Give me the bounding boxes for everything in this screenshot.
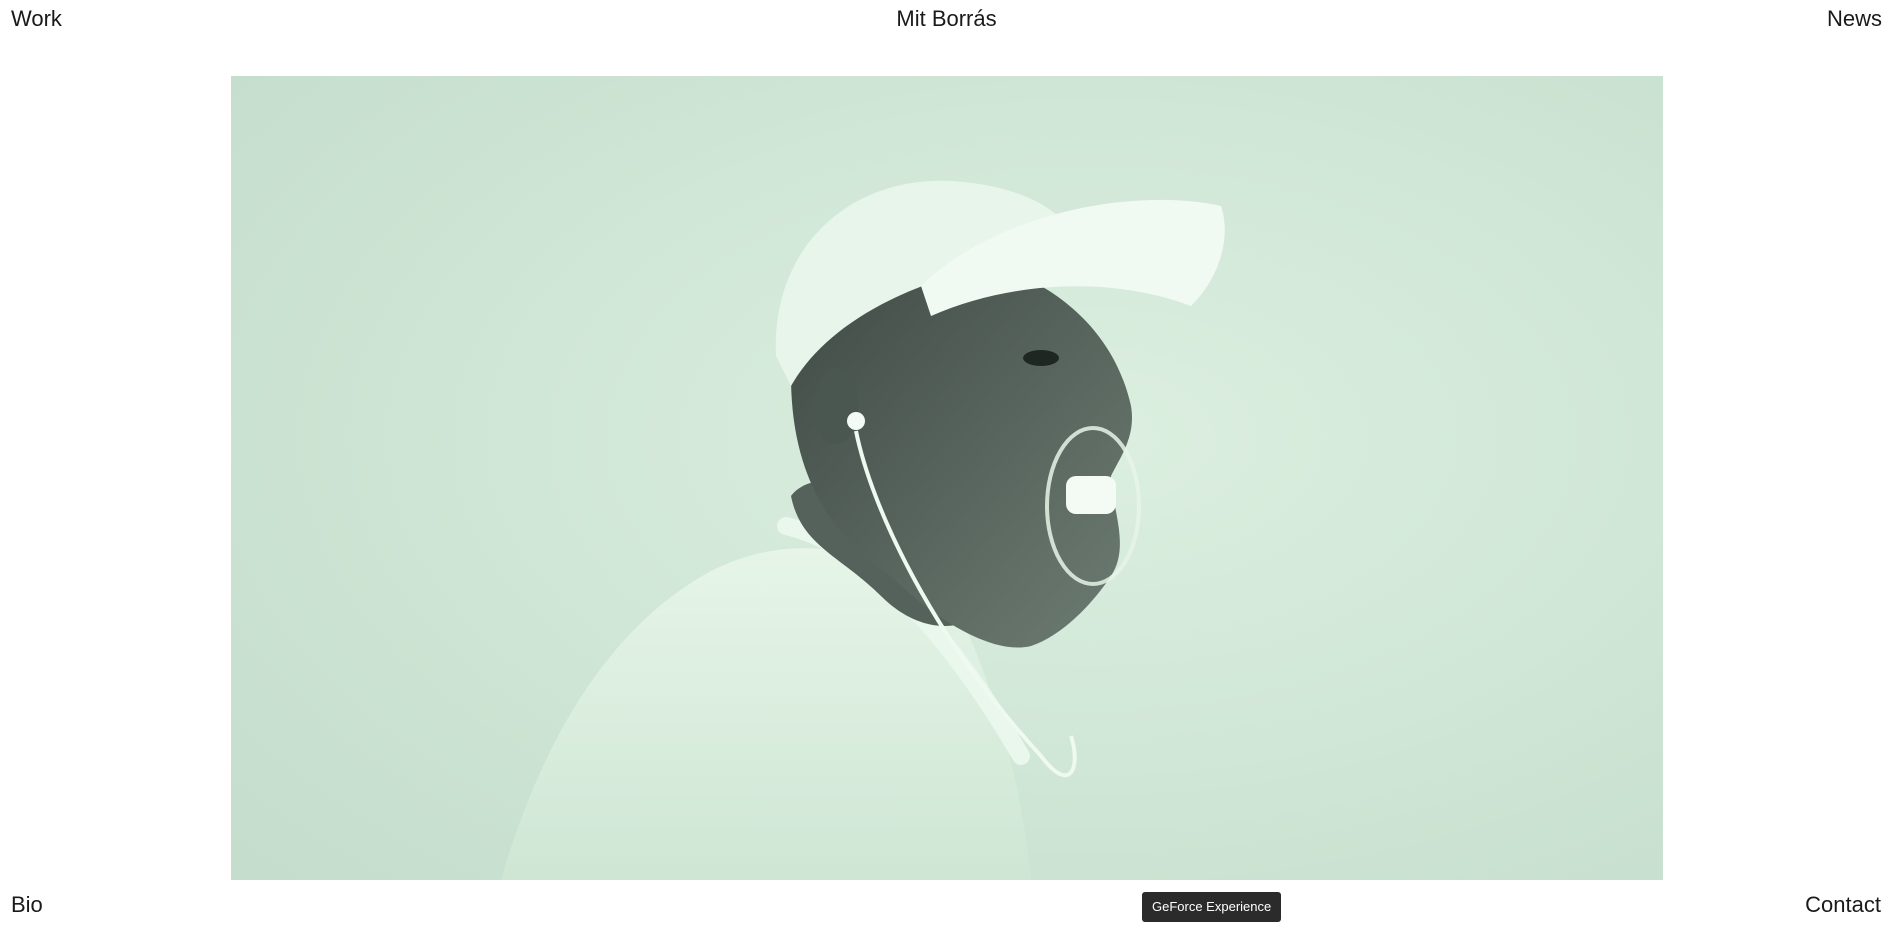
nav-contact-link[interactable]: Contact [1805, 892, 1881, 918]
hero-photo-illustration [231, 76, 1663, 880]
geforce-experience-tooltip: GeForce Experience [1142, 892, 1282, 922]
page: Work Mit Borrás News Bio GeForce Experie… [0, 0, 1893, 930]
nav-news-link[interactable]: News [1827, 6, 1882, 32]
nav-bio-link[interactable]: Bio [11, 892, 43, 918]
site-title[interactable]: Mit Borrás [0, 6, 1893, 32]
hero-image[interactable] [231, 76, 1663, 880]
